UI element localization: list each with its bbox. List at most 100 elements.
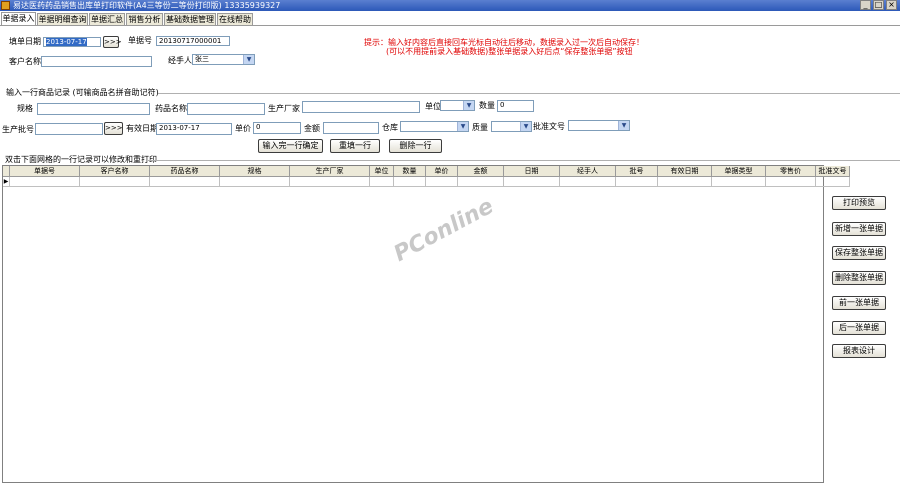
save-bill-button[interactable]: 保存整张单据 [832,246,886,260]
drug-name-label: 药品名称 [155,104,187,113]
amount-label: 金额 [304,124,320,133]
approval-label: 批准文号 [533,122,565,131]
maximize-button[interactable]: □ [873,0,884,10]
approval-select[interactable]: ▼ [568,120,630,131]
warehouse-label: 仓库 [382,123,398,132]
quality-select[interactable]: ▼ [491,121,532,132]
window-title: 易达医药药品销售出库单打印软件(A4三等份二等份打印版) 13335939327 [13,1,281,10]
close-button[interactable]: × [886,0,897,10]
tab-bill-detail-query[interactable]: 单据明细查询 [37,13,88,25]
tab-divider [0,25,900,26]
table-cell[interactable] [394,177,426,187]
table-cell[interactable] [290,177,370,187]
col-approval-no[interactable]: 批准文号 [816,166,850,177]
table-cell[interactable] [712,177,766,187]
refill-row-button[interactable]: 重填一行 [330,139,380,153]
col-spec[interactable]: 规格 [220,166,290,177]
handler-select[interactable]: 张三 ▼ [192,54,255,65]
table-cell[interactable] [504,177,560,187]
customer-label: 客户名称 [9,57,41,66]
tab-online-help[interactable]: 在线帮助 [217,13,253,25]
records-grid[interactable]: 单据号 客户名称 药品名称 规格 生产厂家 单位 数量 单价 金额 日期 经手人… [2,165,850,483]
grid-caption-divider [148,160,900,161]
quality-label: 质量 [472,123,488,132]
customer-field[interactable] [41,56,152,67]
handler-label: 经手人 [168,56,192,65]
col-unit[interactable]: 单位 [370,166,394,177]
chevron-down-icon[interactable]: ▼ [457,122,468,131]
chevron-down-icon[interactable]: ▼ [618,121,629,130]
report-design-button[interactable]: 报表设计 [832,344,886,358]
qty-field[interactable]: 0 [497,100,534,112]
col-qty[interactable]: 数量 [394,166,426,177]
previous-bill-button[interactable]: 前一张单据 [832,296,886,310]
batch-picker-button[interactable]: >>> [104,122,123,135]
col-drug-name[interactable]: 药品名称 [150,166,220,177]
new-bill-button[interactable]: 新增一张单据 [832,222,886,236]
price-label: 单价 [235,124,251,133]
app-icon [1,1,10,10]
table-cell[interactable] [766,177,816,187]
table-cell[interactable] [80,177,150,187]
batch-field[interactable] [35,123,103,135]
print-preview-button[interactable]: 打印预览 [832,196,886,210]
unit-label: 单位 [425,102,441,111]
grid-header: 单据号 客户名称 药品名称 规格 生产厂家 单位 数量 单价 金额 日期 经手人… [3,166,850,177]
table-cell[interactable] [426,177,458,187]
entry-section-divider [158,93,900,94]
table-cell[interactable] [560,177,616,187]
col-amount[interactable]: 金额 [458,166,504,177]
row-indicator-header [3,166,10,177]
expiry-field[interactable]: 2013-07-17 [156,123,232,135]
col-bill-no[interactable]: 单据号 [10,166,80,177]
next-bill-button[interactable]: 后一张单据 [832,321,886,335]
bill-no-label: 单据号 [128,36,152,45]
col-date[interactable]: 日期 [504,166,560,177]
col-handler[interactable]: 经手人 [560,166,616,177]
confirm-row-button[interactable]: 输入完一行确定 [258,139,323,153]
drug-name-field[interactable] [187,103,265,115]
chevron-down-icon[interactable]: ▼ [463,101,474,110]
col-price[interactable]: 单价 [426,166,458,177]
table-cell[interactable] [458,177,504,187]
handler-value: 张三 [195,55,209,63]
chevron-down-icon[interactable]: ▼ [243,55,254,64]
col-bill-type[interactable]: 单据类型 [712,166,766,177]
tab-base-data[interactable]: 基础数据管理 [164,13,216,25]
price-field[interactable]: 0 [253,122,301,134]
date-picker-button[interactable]: >>> [103,36,122,48]
tab-sales-analysis[interactable]: 销售分析 [126,13,163,25]
col-batch[interactable]: 批号 [616,166,658,177]
table-cell[interactable] [150,177,220,187]
table-row[interactable]: ▶ [3,177,850,187]
table-cell[interactable] [10,177,80,187]
bill-no-field[interactable]: 20130717000001 [156,36,230,46]
tab-bill-entry[interactable]: 单据录入 [1,12,36,25]
table-cell[interactable] [658,177,712,187]
warehouse-select[interactable]: ▼ [400,121,469,132]
col-expiry[interactable]: 有效日期 [658,166,712,177]
date-field[interactable]: 2013-07-17 [43,37,101,47]
entry-section-label: 输入一行商品记录 (可输商品名拼音助记符) [6,88,159,97]
batch-label: 生产批号 [2,125,34,134]
table-cell[interactable] [370,177,394,187]
current-row-indicator-icon: ▶ [3,177,10,187]
col-retail-price[interactable]: 零售价 [766,166,816,177]
chevron-down-icon[interactable]: ▼ [520,122,531,131]
unit-select[interactable]: ▼ [440,100,475,111]
table-cell[interactable] [220,177,290,187]
delete-bill-button[interactable]: 删除整张单据 [832,271,886,285]
amount-field[interactable] [323,122,379,134]
table-cell[interactable] [816,177,850,187]
tab-bill-summary[interactable]: 单据汇总 [89,13,125,25]
hint-line-2: (可以不用提前录入基础数据)整张单据录入好后点“保存整张单据”按钮 [386,47,633,56]
delete-row-button[interactable]: 删除一行 [389,139,442,153]
manufacturer-label: 生产厂家 [268,104,300,113]
col-manufacturer[interactable]: 生产厂家 [290,166,370,177]
table-cell[interactable] [616,177,658,187]
spec-label: 规格 [17,104,33,113]
spec-field[interactable] [37,103,150,115]
minimize-button[interactable]: _ [860,0,871,10]
col-customer[interactable]: 客户名称 [80,166,150,177]
manufacturer-field[interactable] [302,101,420,113]
